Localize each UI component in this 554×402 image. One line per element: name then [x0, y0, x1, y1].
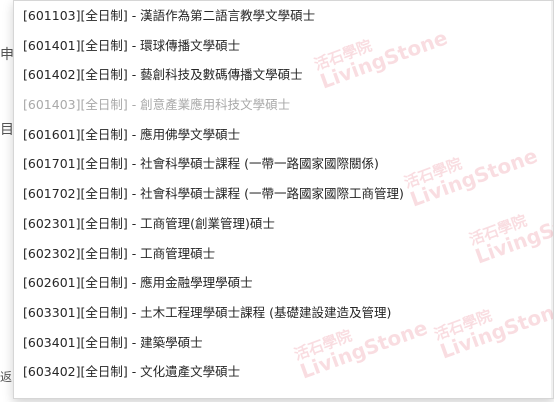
- dropdown-option[interactable]: [603401][全日制] - 建築學碩士: [14, 328, 553, 358]
- dropdown-scrollbar[interactable]: [551, 1, 553, 398]
- background-label-fragment: 申: [0, 47, 14, 63]
- dropdown-option[interactable]: [603301][全日制] - 土木工程理學碩士課程 (基礎建設建造及管理): [14, 298, 553, 328]
- dropdown-option[interactable]: [603402][全日制] - 文化遺產文學碩士: [14, 357, 553, 387]
- dropdown-option[interactable]: [601402][全日制] - 藝創科技及數碼傳播文學碩士: [14, 60, 553, 90]
- dropdown-option-list: [601103][全日制] - 漢語作為第二語言教學文學碩士 [601401][全…: [14, 1, 553, 387]
- program-select-dropdown[interactable]: [601103][全日制] - 漢語作為第二語言教學文學碩士 [601401][全…: [13, 0, 554, 399]
- dropdown-option[interactable]: [602301][全日制] - 工商管理(創業管理)碩士: [14, 209, 553, 239]
- background-label-fragment: 目: [0, 122, 14, 138]
- dropdown-option[interactable]: [601601][全日制] - 應用佛學文學碩士: [14, 120, 553, 150]
- dropdown-option[interactable]: [602601][全日制] - 應用金融學理學碩士: [14, 268, 553, 298]
- dropdown-option[interactable]: [601701][全日制] - 社會科學碩士課程 (一帶一路國家國際關係): [14, 149, 553, 179]
- dropdown-option[interactable]: [601702][全日制] - 社會科學碩士課程 (一帶一路國家國際工商管理): [14, 179, 553, 209]
- dropdown-option: [601403][全日制] - 創意產業應用科技文學碩士: [23, 97, 291, 113]
- dropdown-option[interactable]: [602302][全日制] - 工商管理碩士: [14, 239, 553, 269]
- background-link-fragment[interactable]: 返: [0, 368, 12, 385]
- dropdown-option[interactable]: [601401][全日制] - 環球傳播文學碩士: [14, 31, 553, 61]
- dropdown-option[interactable]: [601103][全日制] - 漢語作為第二語言教學文學碩士: [14, 1, 553, 31]
